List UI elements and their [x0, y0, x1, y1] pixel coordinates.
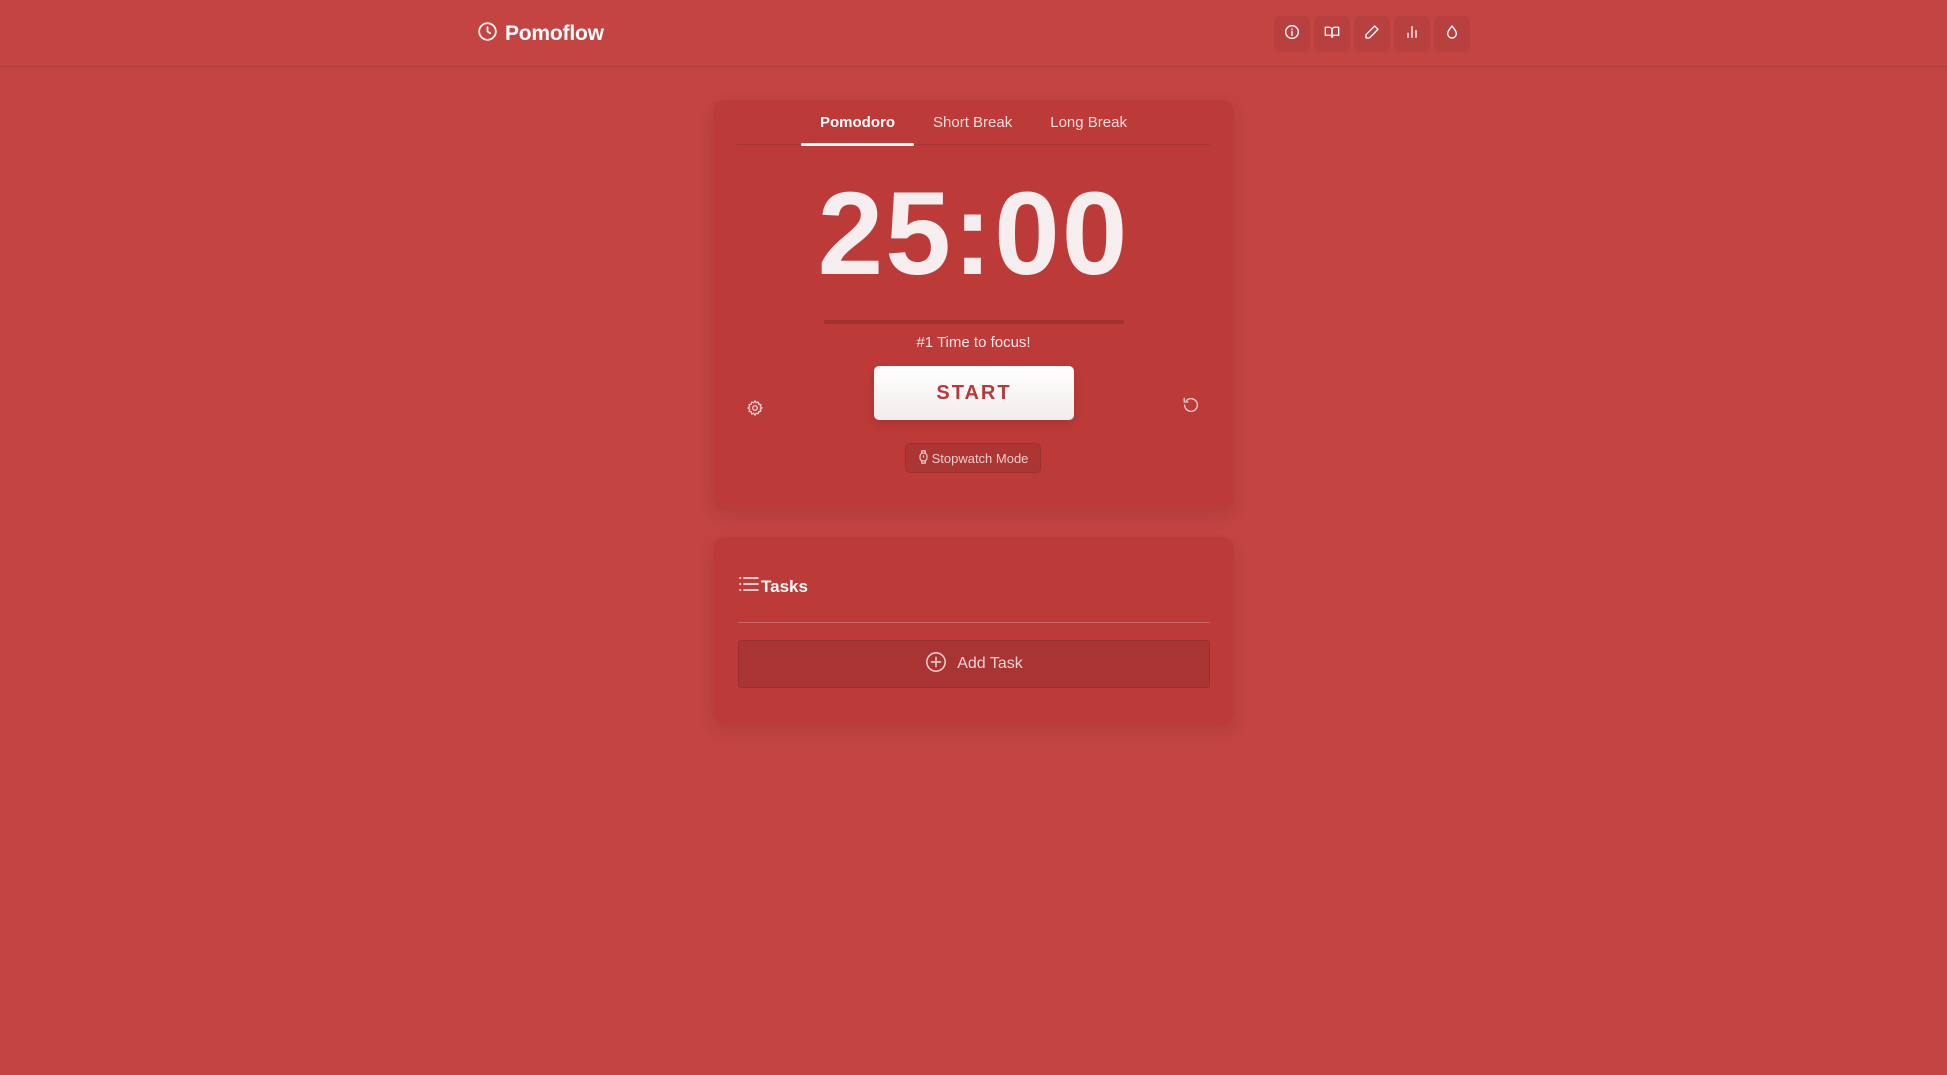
timer-settings-button[interactable] [743, 398, 767, 422]
reset-button[interactable] [1179, 395, 1203, 419]
stopwatch-mode-label: Stopwatch Mode [931, 450, 1029, 466]
plus-circle-icon [925, 651, 947, 678]
add-task-label: Add Task [957, 655, 1023, 672]
watch-icon [918, 449, 929, 467]
guide-button[interactable] [1314, 16, 1350, 52]
book-icon [1324, 24, 1340, 45]
tasks-card: Tasks Add Task [713, 537, 1234, 725]
header-nav [1274, 16, 1470, 52]
app-header: Pomoflow [0, 0, 1947, 67]
gear-icon [746, 399, 764, 422]
pencil-icon [1364, 24, 1380, 45]
tasks-divider [738, 622, 1210, 623]
info-icon [1284, 24, 1300, 45]
brand-name: Pomoflow [505, 22, 604, 45]
stats-button[interactable] [1394, 16, 1430, 52]
droplet-icon [1444, 24, 1460, 45]
list-icon [739, 576, 759, 597]
tasks-header: Tasks [739, 576, 808, 597]
brand[interactable]: Pomoflow [477, 20, 604, 48]
mode-tabs: Pomodoro Short Break Long Break [713, 100, 1234, 146]
add-task-button[interactable]: Add Task [738, 640, 1210, 688]
theme-button[interactable] [1434, 16, 1470, 52]
edit-button[interactable] [1354, 16, 1390, 52]
info-button[interactable] [1274, 16, 1310, 52]
timer-display: 25:00 [817, 168, 1130, 300]
tab-short-break[interactable]: Short Break [914, 100, 1031, 145]
tab-pomodoro[interactable]: Pomodoro [801, 100, 915, 146]
stopwatch-mode-button[interactable]: Stopwatch Mode [905, 443, 1041, 473]
bar-chart-icon [1404, 24, 1420, 45]
tasks-title: Tasks [761, 576, 808, 596]
start-button[interactable]: START [874, 366, 1074, 420]
reset-icon [1182, 396, 1200, 419]
tab-long-break[interactable]: Long Break [1031, 100, 1146, 145]
clock-icon [477, 21, 498, 47]
timer-card: Pomodoro Short Break Long Break 25:00 #1… [713, 100, 1234, 510]
session-label: #1 Time to focus! [916, 334, 1031, 351]
timer-progress-bar [824, 320, 1124, 324]
